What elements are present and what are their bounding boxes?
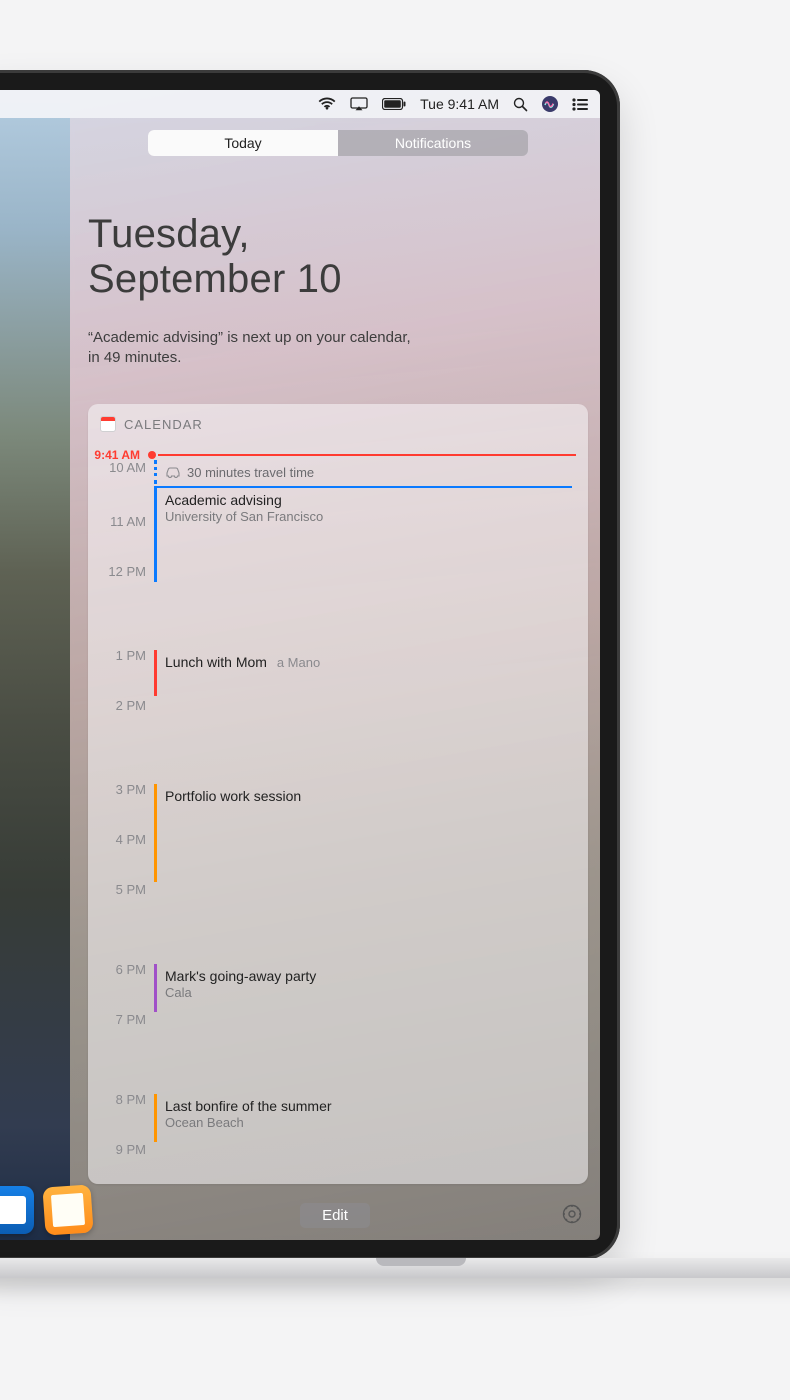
travel-time[interactable]: 30 minutes travel time — [154, 460, 572, 484]
hour-label: 2 PM — [98, 698, 154, 732]
laptop-frame: Tue 9:41 AM Today Notifications T — [0, 70, 620, 1260]
siri-icon[interactable] — [542, 96, 558, 112]
event-location: a Mano — [277, 655, 320, 670]
calendar-widget-title: CALENDAR — [124, 417, 203, 432]
hour-label: 11 AM — [98, 514, 154, 564]
hour-label: 5 PM — [98, 882, 154, 912]
calendar-event[interactable]: Last bonfire of the summer Ocean Beach — [154, 1094, 572, 1142]
tab-today[interactable]: Today — [148, 130, 338, 156]
notification-center-footer: Edit — [70, 1190, 600, 1240]
event-title: Mark's going-away party — [165, 968, 564, 984]
spotlight-icon[interactable] — [513, 97, 528, 112]
event-title: Last bonfire of the summer — [165, 1098, 564, 1114]
airplay-icon[interactable] — [350, 97, 368, 111]
notification-center-icon[interactable] — [572, 98, 588, 111]
hour-label: 6 PM — [98, 962, 154, 1012]
date-line1: Tuesday, — [88, 212, 588, 257]
tab-today-label: Today — [224, 135, 261, 151]
hour-label: 9 PM — [98, 1142, 154, 1170]
menu-bar: Tue 9:41 AM — [0, 90, 600, 118]
dock-app-pages[interactable] — [42, 1184, 93, 1235]
event-subtitle: Cala — [165, 985, 564, 1000]
dock — [0, 1186, 92, 1234]
desktop-wallpaper — [0, 90, 70, 1240]
edit-button[interactable]: Edit — [300, 1203, 370, 1228]
hour-label: 10 AM — [98, 460, 154, 514]
battery-icon[interactable] — [382, 98, 406, 110]
wifi-icon[interactable] — [318, 97, 336, 111]
tab-notifications[interactable]: Notifications — [338, 130, 528, 156]
calendar-widget: CALENDAR 9:41 AM 10 AM — [88, 404, 588, 1184]
hour-label: 1 PM — [98, 648, 154, 698]
calendar-widget-header: CALENDAR — [88, 412, 588, 442]
calendar-icon — [100, 416, 116, 432]
hour-label: 12 PM — [98, 564, 154, 598]
next-event-summary: “Academic advising” is next up on your c… — [88, 328, 418, 369]
edit-button-label: Edit — [322, 1207, 348, 1224]
current-time-dot — [148, 451, 156, 459]
car-icon — [165, 466, 181, 478]
travel-time-text: 30 minutes travel time — [187, 465, 314, 480]
hour-label: 3 PM — [98, 782, 154, 832]
event-title: Portfolio work session — [165, 788, 564, 804]
gear-icon[interactable] — [562, 1204, 582, 1224]
event-title: Academic advising — [165, 492, 564, 508]
dock-app-keynote[interactable] — [0, 1186, 34, 1234]
date-heading: Tuesday, September 10 — [88, 212, 588, 302]
today-notifications-tabs: Today Notifications — [148, 130, 528, 156]
event-subtitle: Ocean Beach — [165, 1115, 564, 1130]
screen: Tue 9:41 AM Today Notifications T — [0, 90, 600, 1240]
date-line2: September 10 — [88, 257, 588, 302]
notification-center: Today Notifications Tuesday, September 1… — [70, 118, 600, 1240]
calendar-event[interactable]: Mark's going-away party Cala — [154, 964, 572, 1012]
laptop-base — [0, 1258, 790, 1278]
hour-label: 7 PM — [98, 1012, 154, 1042]
current-time-bar — [158, 454, 576, 456]
menubar-time[interactable]: Tue 9:41 AM — [420, 96, 499, 112]
event-title: Lunch with Mom — [165, 654, 267, 670]
tab-notifications-label: Notifications — [395, 135, 471, 151]
hour-label: 8 PM — [98, 1092, 154, 1142]
calendar-timeline: 9:41 AM 10 AM — [88, 442, 588, 1184]
hour-grid: 10 AM 30 minutes travel time — [98, 460, 576, 1170]
calendar-event[interactable]: Lunch with Mom a Mano — [154, 650, 572, 696]
hour-label: 4 PM — [98, 832, 154, 882]
